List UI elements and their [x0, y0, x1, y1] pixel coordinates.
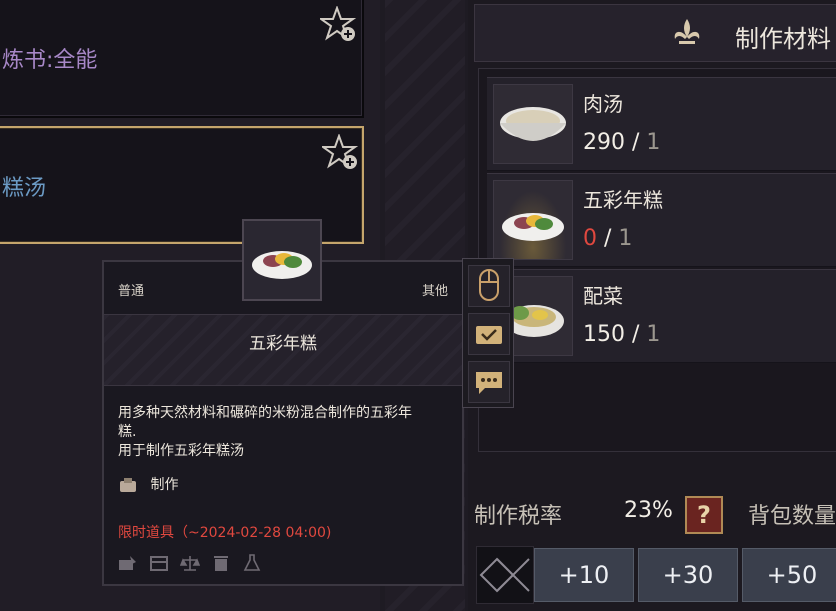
material-row[interactable]: 肉汤 290 / 1 [487, 77, 836, 171]
rice-cake-plate-icon [493, 180, 573, 260]
recipe-card-alchemy[interactable]: 炼书:全能 [0, 0, 364, 118]
item-name-band: 五彩年糕 [104, 314, 462, 386]
item-tooltip: 普通 其他 五彩年糕 用多种天然材料和碾碎的米粉混合制作的五彩年 糕. 用于制作… [102, 260, 464, 586]
item-description: 用多种天然材料和碾碎的米粉混合制作的五彩年 糕. 用于制作五彩年糕汤 [118, 405, 412, 459]
chat-bubble-icon[interactable] [468, 361, 510, 403]
item-name: 五彩年糕 [249, 334, 317, 354]
material-row[interactable]: 五彩年糕 0 / 1 [487, 173, 836, 267]
limited-time-label: 限时道具（~2024-02-28 04:00) [118, 525, 332, 541]
recipe-title: 糕汤 [2, 176, 47, 201]
delete-trash-icon [211, 554, 231, 572]
material-count: 0 / 1 [583, 226, 633, 251]
materials-list: 肉汤 290 / 1 五彩年糕 0 / 1 配菜 150 / 1 [478, 68, 836, 452]
materials-header: 制作材料 [474, 4, 836, 62]
tax-help-button[interactable]: ? [685, 496, 723, 534]
soup-bowl-icon [493, 84, 573, 164]
favorite-star-add-icon[interactable] [320, 6, 358, 44]
material-count: 150 / 1 [583, 322, 661, 347]
tooltip-item-icon [242, 219, 322, 301]
item-grade: 普通 [118, 284, 145, 299]
fleur-de-lis-icon [674, 19, 700, 44]
alchemy-flask-icon [242, 554, 262, 572]
trade-box-icon[interactable] [468, 313, 510, 355]
add-30-button[interactable]: +30 [638, 548, 738, 602]
material-name: 肉汤 [583, 92, 623, 116]
bag-quantity-label: 背包数量 [748, 504, 836, 529]
favorite-star-add-icon[interactable] [322, 134, 360, 172]
craft-icon [120, 478, 136, 492]
craft-tag: 制作 [118, 474, 178, 494]
item-flags [118, 554, 268, 576]
tax-rate-value: 23% [624, 498, 673, 523]
material-count: 290 / 1 [583, 130, 661, 155]
item-category: 其他 [421, 284, 448, 299]
materials-header-label: 制作材料 [735, 25, 831, 53]
material-row[interactable]: 配菜 150 / 1 [487, 269, 836, 363]
trade-scale-icon [180, 554, 201, 572]
recipe-title: 炼书:全能 [2, 48, 98, 73]
tax-rate-label: 制作税率 [474, 504, 563, 529]
tooltip-side-actions [462, 258, 514, 408]
mouse-icon[interactable] [468, 265, 510, 307]
add-10-button[interactable]: +10 [534, 548, 634, 602]
material-name: 配菜 [583, 284, 623, 308]
add-50-button[interactable]: +50 [742, 548, 836, 602]
storage-box-icon [149, 554, 169, 572]
material-name: 五彩年糕 [583, 188, 663, 212]
quantity-prev-icon[interactable] [476, 546, 534, 604]
edit-book-icon [118, 554, 138, 572]
